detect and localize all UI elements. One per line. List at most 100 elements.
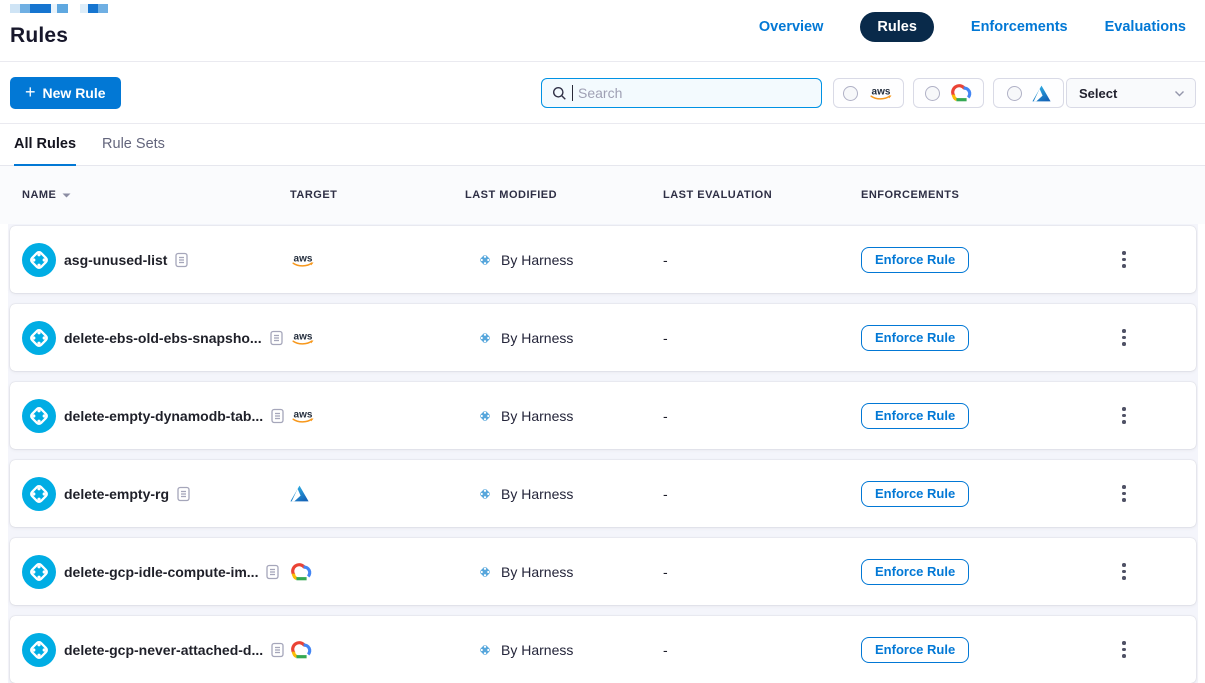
rule-avatar-icon <box>22 555 56 589</box>
last-evaluation-text: - <box>663 642 668 658</box>
filter-aws-button[interactable]: aws <box>833 78 904 108</box>
azure-logo-icon <box>290 485 309 502</box>
radio-unchecked-icon[interactable] <box>843 86 858 101</box>
breadcrumb-skeleton-block <box>20 4 30 13</box>
search-input[interactable] <box>578 85 811 101</box>
enforce-rule-button[interactable]: Enforce Rule <box>861 559 969 585</box>
rule-name: delete-empty-dynamodb-tab... <box>64 408 263 424</box>
gcp-logo-icon <box>290 641 312 659</box>
kebab-menu-icon[interactable] <box>1114 636 1134 663</box>
rule-avatar-icon <box>22 321 56 355</box>
last-evaluation-text: - <box>663 486 668 502</box>
filter-azure-button[interactable] <box>993 78 1064 108</box>
harness-icon <box>477 642 493 658</box>
last-modified-text: By Harness <box>501 564 573 580</box>
search-box[interactable] <box>541 78 822 108</box>
tab-all-rules[interactable]: All Rules <box>14 136 76 165</box>
gcp-logo-icon <box>290 563 312 581</box>
tab-rule-sets[interactable]: Rule Sets <box>102 136 165 165</box>
last-modified-text: By Harness <box>501 330 573 346</box>
table-row[interactable]: asg-unused-list aws By Harness <box>10 226 1196 293</box>
search-icon <box>552 86 567 101</box>
select-dropdown[interactable]: Select <box>1066 78 1196 108</box>
breadcrumb-skeleton-block <box>88 4 98 13</box>
svg-text:aws: aws <box>294 331 313 342</box>
table-header: NAME TARGETLAST MODIFIEDLAST EVALUATIONE… <box>0 166 1205 224</box>
col-header-name[interactable]: NAME <box>22 189 290 201</box>
col-header-enforcements: ENFORCEMENTS <box>861 189 1114 201</box>
kebab-menu-icon[interactable] <box>1114 402 1134 429</box>
plus-icon: + <box>25 83 36 101</box>
svg-text:aws: aws <box>872 87 891 98</box>
sort-caret-icon <box>62 193 71 198</box>
gcp-logo-icon <box>950 84 972 102</box>
aws-logo-icon: aws <box>290 252 316 268</box>
new-rule-label: New Rule <box>43 85 106 101</box>
table-row[interactable]: delete-ebs-old-ebs-snapsho... aws By Ha <box>10 304 1196 371</box>
azure-logo-icon <box>1032 85 1051 102</box>
copy-icon[interactable] <box>270 330 283 346</box>
breadcrumb-skeleton-block <box>98 4 108 13</box>
provider-filters: aws <box>833 78 1064 108</box>
col-header-last-modified: LAST MODIFIED <box>465 189 663 201</box>
rule-name: delete-gcp-idle-compute-im... <box>64 564 258 580</box>
table-row[interactable]: delete-gcp-never-attached-d... By <box>10 616 1196 683</box>
rule-avatar-icon <box>22 477 56 511</box>
toolbar: + New Rule aws Select <box>0 62 1205 124</box>
enforce-rule-button[interactable]: Enforce Rule <box>861 325 969 351</box>
breadcrumb-skeleton-block <box>30 4 51 13</box>
col-header-last-evaluation: LAST EVALUATION <box>663 189 861 201</box>
aws-logo-icon: aws <box>290 408 316 424</box>
kebab-menu-icon[interactable] <box>1114 246 1134 273</box>
rule-name: delete-ebs-old-ebs-snapsho... <box>64 330 262 346</box>
select-value: Select <box>1079 86 1117 101</box>
last-modified-text: By Harness <box>501 486 573 502</box>
copy-icon[interactable] <box>271 408 284 424</box>
rules-list: asg-unused-list aws By Harness <box>8 224 1198 683</box>
breadcrumb-skeleton-block <box>10 4 20 13</box>
kebab-menu-icon[interactable] <box>1114 324 1134 351</box>
kebab-menu-icon[interactable] <box>1114 480 1134 507</box>
filter-gcp-button[interactable] <box>913 78 984 108</box>
nav-evaluations[interactable]: Evaluations <box>1105 19 1186 35</box>
copy-icon[interactable] <box>175 252 188 268</box>
rule-name: delete-empty-rg <box>64 486 169 502</box>
last-evaluation-text: - <box>663 330 668 346</box>
svg-text:aws: aws <box>294 409 313 420</box>
harness-icon <box>477 486 493 502</box>
page-header: Rules Overview Rules Enforcements Evaluatio… <box>0 0 1205 62</box>
table-row[interactable]: delete-gcp-idle-compute-im... By <box>10 538 1196 605</box>
harness-icon <box>477 252 493 268</box>
radio-unchecked-icon[interactable] <box>1007 86 1022 101</box>
nav-rules[interactable]: Rules <box>860 12 934 42</box>
rule-avatar-icon <box>22 633 56 667</box>
breadcrumb-skeleton-block <box>80 4 88 13</box>
last-modified-text: By Harness <box>501 408 573 424</box>
copy-icon[interactable] <box>271 642 284 658</box>
enforce-rule-button[interactable]: Enforce Rule <box>861 403 969 429</box>
last-evaluation-text: - <box>663 252 668 268</box>
nav-overview[interactable]: Overview <box>759 19 824 35</box>
svg-text:aws: aws <box>294 253 313 264</box>
last-modified-text: By Harness <box>501 642 573 658</box>
col-header-target: TARGET <box>290 189 465 201</box>
radio-unchecked-icon[interactable] <box>925 86 940 101</box>
new-rule-button[interactable]: + New Rule <box>10 77 121 109</box>
table-row[interactable]: delete-empty-dynamodb-tab... aws By Har <box>10 382 1196 449</box>
last-modified-text: By Harness <box>501 252 573 268</box>
chevron-down-icon <box>1174 90 1185 97</box>
enforce-rule-button[interactable]: Enforce Rule <box>861 637 969 663</box>
page-title: Rules <box>10 24 68 48</box>
breadcrumb-skeleton <box>10 4 108 13</box>
table-row[interactable]: delete-empty-rg <box>10 460 1196 527</box>
enforce-rule-button[interactable]: Enforce Rule <box>861 247 969 273</box>
rule-avatar-icon <box>22 243 56 277</box>
nav-enforcements[interactable]: Enforcements <box>971 19 1068 35</box>
top-nav: Overview Rules Enforcements Evaluations <box>759 11 1186 43</box>
harness-icon <box>477 408 493 424</box>
enforce-rule-button[interactable]: Enforce Rule <box>861 481 969 507</box>
copy-icon[interactable] <box>177 486 190 502</box>
tabs-bar: All Rules Rule Sets <box>0 124 1205 166</box>
copy-icon[interactable] <box>266 564 279 580</box>
kebab-menu-icon[interactable] <box>1114 558 1134 585</box>
